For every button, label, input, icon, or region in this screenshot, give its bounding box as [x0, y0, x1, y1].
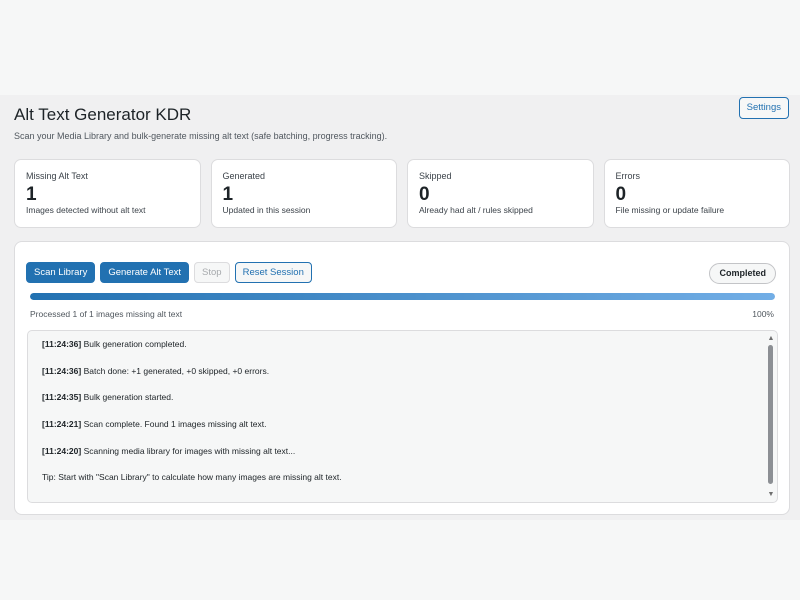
status-badge: Completed	[709, 263, 776, 284]
stat-label: Generated	[222, 171, 266, 181]
log-entry: [11:24:35] Bulk generation started.	[42, 391, 763, 418]
stats-cards: Missing Alt Text 1 Images detected witho…	[14, 159, 790, 228]
generator-panel: Scan Library Generate Alt Text Stop Rese…	[14, 241, 790, 515]
log-entry: [11:24:36] Bulk generation completed.	[42, 338, 763, 365]
log-message: Scanning media library for images with m…	[83, 445, 296, 456]
stop-button: Stop	[194, 262, 230, 283]
log-entry: [11:24:21] Scan complete. Found 1 images…	[42, 418, 763, 445]
stat-card-errors: Errors 0 File missing or update failure	[603, 159, 790, 228]
scan-library-button[interactable]: Scan Library	[26, 262, 96, 283]
page-title: Alt Text Generator KDR	[14, 105, 192, 124]
stat-label: Skipped	[419, 171, 452, 181]
stat-desc: Already had alt / rules skipped	[419, 205, 533, 215]
top-blank-area	[0, 0, 800, 95]
stat-card-skipped: Skipped 0 Already had alt / rules skippe…	[407, 159, 594, 228]
stat-label: Missing Alt Text	[26, 171, 88, 181]
page-subtitle: Scan your Media Library and bulk-generat…	[14, 131, 388, 141]
log-entry: [11:24:36] Batch done: +1 generated, +0 …	[42, 365, 763, 392]
activity-log[interactable]: [11:24:36] Bulk generation completed. [11…	[27, 330, 778, 503]
progress-percent: 100%	[752, 309, 774, 319]
progress-fill	[30, 293, 775, 300]
scroll-down-arrow-icon[interactable]: ▼	[767, 491, 775, 499]
log-entry: [11:24:20] Scanning media library for im…	[42, 445, 763, 472]
log-timestamp: [11:24:36]	[42, 339, 82, 349]
stat-label: Errors	[615, 171, 641, 181]
log-timestamp: [11:24:20]	[42, 445, 82, 456]
stat-value: 1	[26, 184, 37, 205]
generate-alt-text-button[interactable]: Generate Alt Text	[100, 262, 190, 283]
stat-desc: Updated in this session	[222, 205, 311, 215]
scrollbar-thumb[interactable]	[768, 345, 773, 484]
log-entry: Tip: Start with "Scan Library" to calcul…	[42, 471, 763, 498]
settings-button[interactable]: Settings	[738, 97, 789, 119]
stat-value: 0	[615, 184, 627, 205]
stat-value: 1	[222, 184, 234, 205]
progress-bar	[30, 293, 775, 300]
log-message: Scan complete. Found 1 images missing al…	[83, 419, 267, 430]
log-message: Tip: Start with "Scan Library" to calcul…	[42, 472, 342, 483]
stat-card-generated: Generated 1 Updated in this session	[210, 159, 397, 228]
log-timestamp: [11:24:36]	[42, 365, 82, 376]
bottom-blank-area	[0, 520, 800, 600]
reset-session-button[interactable]: Reset Session	[234, 262, 312, 283]
stat-card-missing: Missing Alt Text 1 Images detected witho…	[14, 159, 201, 228]
stat-value: 0	[419, 184, 430, 205]
log-timestamp: [11:24:21]	[42, 419, 82, 430]
stat-desc: Images detected without alt text	[26, 205, 146, 215]
stat-desc: File missing or update failure	[615, 205, 725, 215]
progress-text: Processed 1 of 1 images missing alt text	[30, 309, 183, 319]
plugin-page: Alt Text Generator KDR Scan your Media L…	[0, 95, 800, 520]
action-toolbar: Scan Library Generate Alt Text Stop Rese…	[26, 262, 312, 283]
log-message: Bulk generation started.	[83, 392, 174, 403]
log-message: Bulk generation completed.	[83, 339, 187, 349]
log-scrollbar[interactable]: ▲ ▼	[767, 335, 775, 499]
log-timestamp: [11:24:35]	[42, 392, 82, 403]
scroll-up-arrow-icon[interactable]: ▲	[767, 335, 775, 343]
log-message: Batch done: +1 generated, +0 skipped, +0…	[83, 365, 270, 376]
